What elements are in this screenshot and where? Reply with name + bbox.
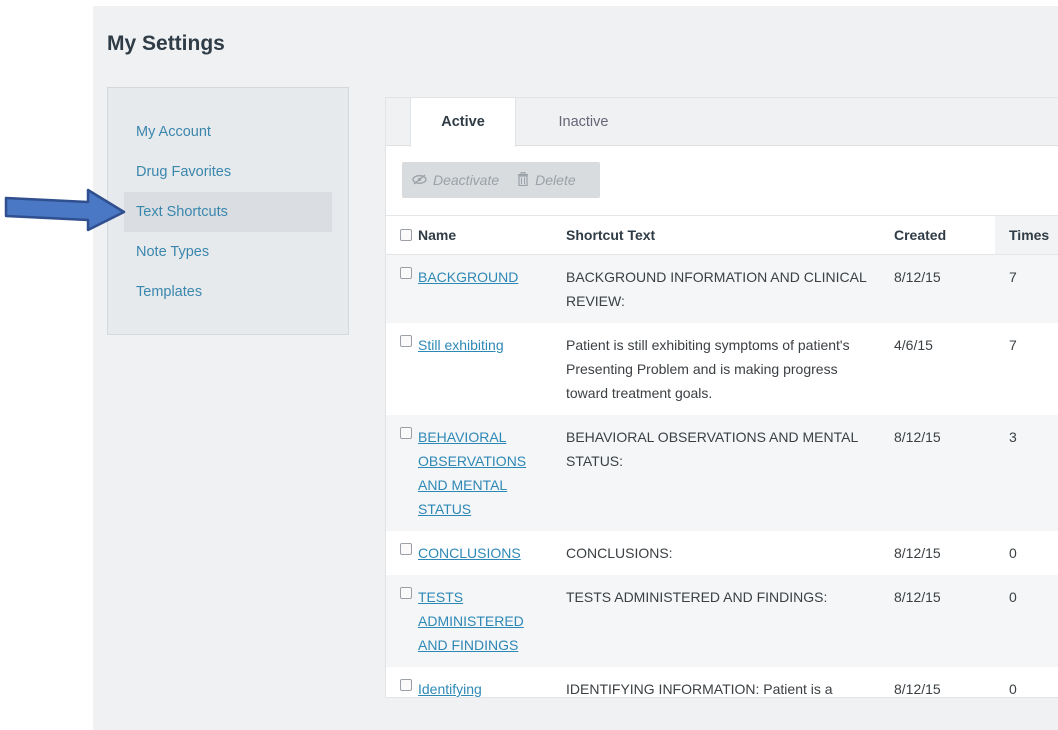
shortcut-text: BACKGROUND INFORMATION AND CLINICAL REVI… (552, 254, 880, 323)
page-title: My Settings (107, 32, 225, 55)
table-row: Identifying Information IDENTIFYING INFO… (386, 667, 1058, 697)
row-checkbox[interactable] (400, 587, 412, 599)
created-date: 8/12/15 (894, 545, 941, 561)
times-used: 3 (995, 415, 1058, 531)
tab-bar: Active Inactive (386, 98, 1058, 147)
header-shortcut-text[interactable]: Shortcut Text (552, 215, 880, 255)
header-name[interactable]: Name (386, 215, 552, 255)
row-checkbox[interactable] (400, 335, 412, 347)
shortcut-text: CONCLUSIONS: (566, 545, 673, 561)
created-date: 8/12/15 (880, 575, 995, 667)
sidebar-item-drug-favorites[interactable]: Drug Favorites (124, 152, 332, 192)
select-all-checkbox[interactable] (400, 229, 412, 241)
shortcut-text: IDENTIFYING INFORMATION: Patient is a (566, 681, 833, 697)
row-checkbox[interactable] (400, 267, 412, 279)
toolbar: Deactivate Delete (402, 162, 600, 198)
shortcut-name-link[interactable]: BACKGROUND (418, 265, 518, 289)
table-header-row: Name Shortcut Text Created Times (386, 215, 1058, 255)
times-used: 0 (1009, 545, 1017, 561)
created-date: 8/12/15 (894, 681, 941, 697)
created-date: 4/6/15 (894, 337, 933, 353)
eye-slash-icon (412, 173, 427, 188)
deactivate-button[interactable]: Deactivate (402, 162, 507, 198)
times-used: 0 (1009, 681, 1017, 697)
sidebar-item-note-types[interactable]: Note Types (124, 232, 332, 272)
delete-label: Delete (535, 172, 576, 188)
shortcuts-table: Name Shortcut Text Created Times BACKGRO… (386, 215, 1058, 697)
sidebar-item-my-account[interactable]: My Account (124, 112, 332, 152)
table-row: Still exhibiting Patient is still exhibi… (386, 323, 1058, 415)
sidebar-item-text-shortcuts[interactable]: Text Shortcuts (124, 192, 332, 232)
shortcut-name-link[interactable]: BEHAVIORAL OBSERVATIONS AND MENTAL STATU… (418, 425, 552, 521)
times-used: 7 (995, 254, 1058, 323)
delete-button[interactable]: Delete (507, 162, 583, 198)
shortcut-text: TESTS ADMINISTERED AND FINDINGS: (552, 575, 880, 667)
deactivate-label: Deactivate (433, 172, 500, 188)
table-row: CONCLUSIONS CONCLUSIONS: 8/12/15 0 (386, 531, 1058, 575)
shortcut-name-link[interactable]: CONCLUSIONS (418, 541, 521, 565)
shortcuts-panel: Active Inactive Deactivate Delete Name S… (385, 97, 1058, 698)
trash-icon (517, 171, 529, 189)
shortcut-text: Patient is still exhibiting symptoms of … (566, 337, 850, 401)
shortcut-text: BEHAVIORAL OBSERVATIONS AND MENTAL STATU… (552, 415, 880, 531)
times-used: 7 (1009, 337, 1017, 353)
tab-inactive[interactable]: Inactive (536, 98, 631, 147)
shortcut-name-link[interactable]: TESTS ADMINISTERED AND FINDINGS (418, 585, 552, 657)
created-date: 8/12/15 (880, 254, 995, 323)
times-used: 0 (995, 575, 1058, 667)
shortcut-name-link[interactable]: Still exhibiting (418, 333, 504, 357)
table-row: TESTS ADMINISTERED AND FINDINGS TESTS AD… (386, 575, 1058, 667)
header-times[interactable]: Times (995, 215, 1058, 255)
row-checkbox[interactable] (400, 679, 412, 691)
row-checkbox[interactable] (400, 543, 412, 555)
created-date: 8/12/15 (880, 415, 995, 531)
tab-active[interactable]: Active (410, 98, 516, 147)
header-created[interactable]: Created (880, 215, 995, 255)
settings-sidebar: My Account Drug Favorites Text Shortcuts… (107, 87, 349, 335)
sidebar-item-templates[interactable]: Templates (124, 272, 332, 312)
row-checkbox[interactable] (400, 427, 412, 439)
table-row: BACKGROUND BACKGROUND INFORMATION AND CL… (386, 254, 1058, 323)
shortcut-name-link[interactable]: Identifying Information (418, 677, 552, 697)
arrow-right-icon (4, 188, 126, 232)
header-name-label: Name (418, 227, 457, 243)
table-row: BEHAVIORAL OBSERVATIONS AND MENTAL STATU… (386, 415, 1058, 531)
